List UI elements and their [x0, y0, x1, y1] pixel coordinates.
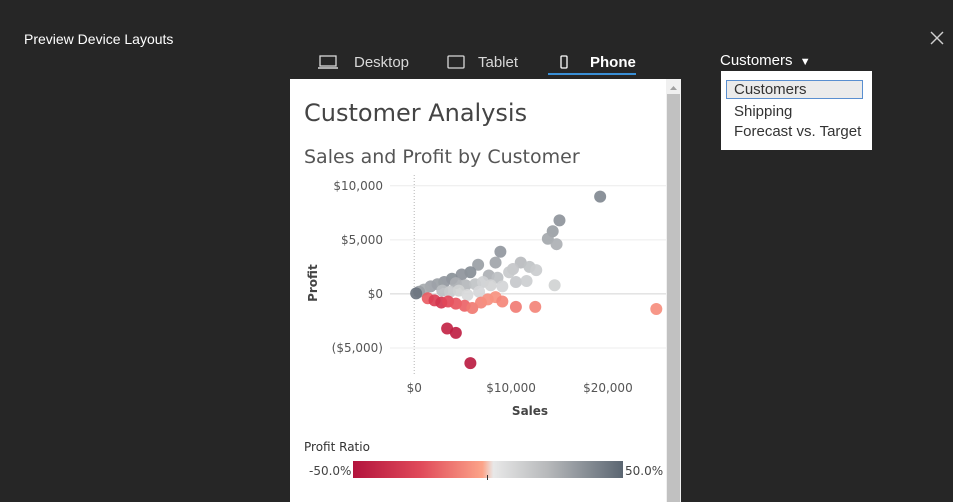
y-tick-label: ($5,000) — [332, 341, 383, 355]
scatter-point — [520, 274, 533, 287]
tab-desktop[interactable]: Desktop — [318, 52, 409, 72]
scatter-point — [530, 264, 543, 277]
y-tick-label: $0 — [368, 287, 383, 301]
phone-preview: Customer Analysis Sales and Profit by Cu… — [290, 79, 681, 502]
scatter-point — [496, 280, 509, 293]
x-axis-label: Sales — [512, 404, 548, 418]
scatter-point — [410, 287, 423, 300]
scatter-point — [503, 266, 516, 279]
tab-desktop-label: Desktop — [354, 53, 410, 71]
y-tick-label: $10,000 — [333, 179, 383, 193]
scatter-point — [496, 295, 509, 308]
scatter-point — [550, 238, 563, 251]
scatter-point — [509, 300, 522, 313]
legend-max-label: 50.0% — [625, 464, 664, 478]
menu-item-shipping[interactable]: Shipping — [734, 103, 792, 120]
scatter-point — [484, 279, 497, 292]
scatter-point — [553, 214, 566, 227]
scatter-point — [464, 357, 477, 370]
scatter-point — [650, 303, 663, 316]
menu-item-customers[interactable]: Customers — [726, 80, 863, 99]
scatter-point — [548, 279, 561, 292]
scatter-point — [529, 300, 542, 313]
scatter-point — [489, 256, 502, 269]
scatter-point — [461, 289, 474, 301]
desktop-icon — [318, 55, 338, 69]
scatter-chart: $10,000 $5,000 $0 ($5,000) $0 $10,000 $20,000 S… — [306, 175, 666, 418]
x-tick-label: $10,000 — [486, 381, 536, 395]
phone-icon — [560, 55, 568, 69]
tab-phone[interactable]: Phone — [548, 52, 636, 75]
close-icon[interactable] — [929, 30, 945, 46]
y-axis-label: Profit — [306, 264, 320, 302]
page-title: Preview Device Layouts — [24, 31, 174, 47]
menu-item-forecast[interactable]: Forecast vs. Target — [734, 123, 861, 140]
scroll-up-arrow-icon[interactable] — [667, 83, 680, 93]
tab-tablet-label: Tablet — [478, 53, 519, 71]
legend-min-label: -50.0% — [309, 464, 352, 478]
scatter-point — [509, 276, 522, 289]
tab-phone-label: Phone — [590, 53, 636, 71]
dashboard-dropdown-label: Customers — [720, 52, 793, 69]
dashboard-dropdown[interactable]: Customers ▼ — [720, 52, 811, 69]
profit-ratio-color-bar — [353, 461, 623, 478]
legend-title: Profit Ratio — [304, 440, 370, 454]
active-tab-indicator — [548, 73, 636, 75]
scatter-point — [494, 245, 507, 258]
dashboard-menu: Customers Shipping Forecast vs. Target — [721, 71, 872, 150]
x-tick-label: $0 — [407, 381, 422, 395]
tab-tablet[interactable]: Tablet — [447, 52, 518, 72]
scatter-point — [594, 190, 607, 203]
scatter-point — [449, 326, 462, 339]
tablet-icon — [447, 55, 465, 69]
legend-zero-tick — [487, 475, 488, 480]
scrollbar-thumb[interactable] — [667, 94, 680, 502]
caret-down-icon: ▼ — [799, 56, 811, 68]
x-tick-label: $20,000 — [583, 381, 633, 395]
y-tick-label: $5,000 — [341, 233, 383, 247]
